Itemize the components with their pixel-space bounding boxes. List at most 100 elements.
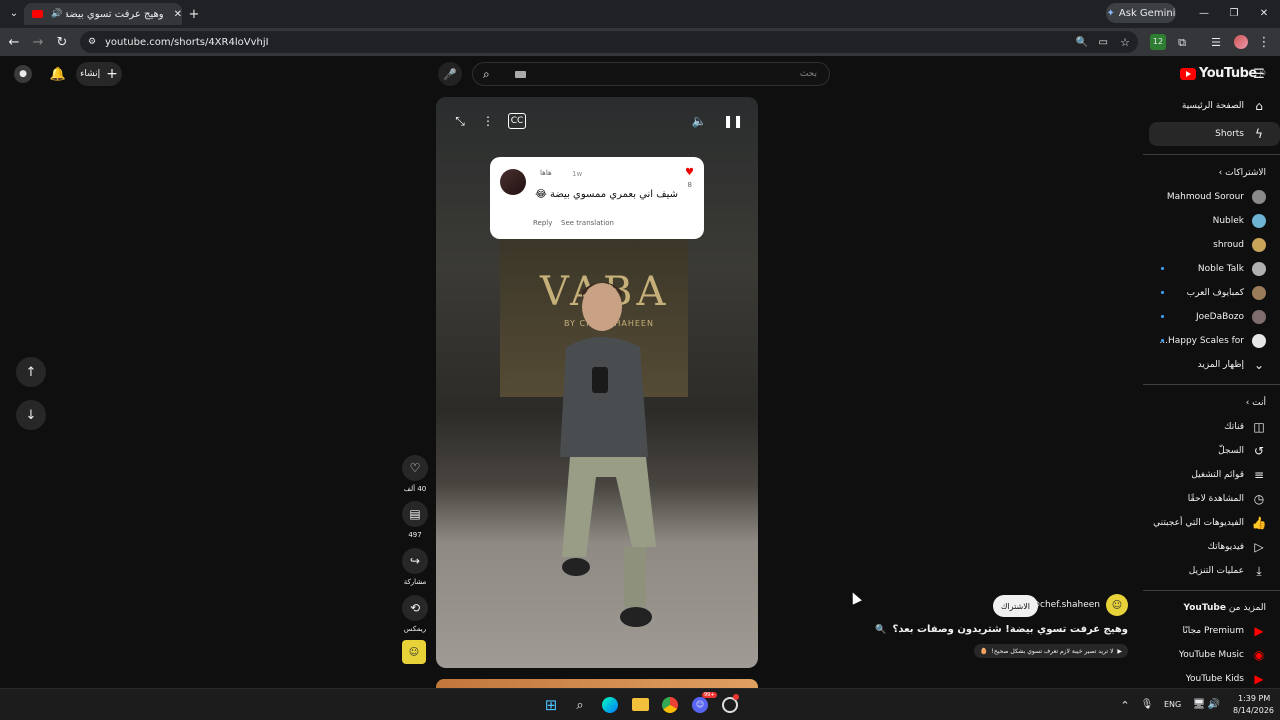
subscriptions-header[interactable]: الاشتراكات › [1219,168,1266,178]
sidebar: الصفحة الرئيسية ⌂ Shorts ϟ الاشتراكات › … [1143,92,1280,688]
sidebar-subscription[interactable]: كمبايوف العرب [1143,281,1280,305]
next-short-preview[interactable] [436,679,758,688]
volume-icon[interactable]: 🔈 [690,113,708,129]
tray-chevron-up-icon[interactable]: ⌃ [1118,698,1132,712]
tab-list-icon[interactable]: ⌄ [6,6,22,22]
sidebar-show-more[interactable]: إظهار المزيد ⌄ [1143,353,1280,377]
back-icon[interactable]: ← [6,34,22,50]
sidebar-item-premium[interactable]: Premium مجانًا ▶ [1143,619,1280,643]
share-action[interactable]: ↪ مشاركة [402,548,428,586]
address-bar[interactable]: ⚙ youtube.com/shorts/4XR4loVvhjI 🔍 ▭ ☆ [80,31,1138,53]
sidebar-subscription[interactable]: Happy Scales for... [1143,329,1280,353]
channel-handle[interactable]: @chef.shaheen [1031,600,1100,610]
cast-icon[interactable]: ▭ [1099,37,1108,48]
sidebar-item-shorts[interactable]: Shorts ϟ [1149,122,1280,146]
sidebar-item-liked-videos[interactable]: الفيديوهات التي أعجبتني 👍 [1143,511,1280,535]
close-window-icon[interactable]: ✕ [1256,6,1272,22]
bookmark-star-icon[interactable]: ☆ [1120,36,1130,49]
notifications-bell-icon[interactable]: 🔔 [50,66,66,82]
tab-close-icon[interactable]: ✕ [174,9,182,20]
sidebar-subscription[interactable]: shroud [1143,233,1280,257]
remix-action[interactable]: ⟲ ريمكس [402,595,428,633]
create-button[interactable]: إنشاء + [76,62,122,86]
tray-volume-icon[interactable]: 🔊 [1207,698,1221,712]
channel-name: Mahmoud Sorour [1166,192,1244,202]
restore-icon[interactable]: ❐ [1226,6,1242,22]
like-heart-icon[interactable]: ♡ [402,455,428,481]
edge-browser-icon[interactable] [602,697,618,713]
browser-tab[interactable]: 🔊 وهيج عرفت تسوي بيضة! شتر ✕ [24,3,182,25]
remix-icon[interactable]: ⟲ [402,595,428,621]
you-header[interactable]: أنت › [1246,398,1266,408]
minimize-icon[interactable]: — [1196,6,1212,22]
new-tab-icon[interactable]: + [186,6,202,22]
media-control-icon[interactable]: ☰ [1208,34,1224,50]
ask-gemini-button[interactable]: ✦ Ask Gemini [1106,3,1176,23]
sidebar-item-playlists[interactable]: قوائم التشغيل ≡ [1143,463,1280,487]
sound-thumbnail[interactable]: ☺ [402,640,426,664]
like-action[interactable]: ♡ 40 ألف [402,455,428,493]
forward-icon[interactable]: → [30,34,46,50]
sidebar-subscription[interactable]: Nublek [1143,209,1280,233]
tab-speaker-icon[interactable]: 🔊 [51,9,62,19]
more-options-icon[interactable]: ⋮ [480,113,496,129]
sidebar-subscription[interactable]: Mahmoud Sorour [1143,185,1280,209]
sidebar-item-history[interactable]: السجلّ ↺ [1143,439,1280,463]
magnifier-emoji-icon: 🔍 [875,624,887,635]
next-short-button[interactable]: ↓ [16,400,46,430]
search-input[interactable]: ⌕ بحث [472,62,830,86]
comments-action[interactable]: ▤ 497 [402,501,428,539]
sidebar-item-your-videos[interactable]: فيديوهاتك ▷ [1143,535,1280,559]
account-avatar[interactable]: ● [14,65,32,83]
guide-menu-icon[interactable]: ☰ [1252,66,1266,82]
tray-monitor-icon[interactable]: 🖥 [1192,698,1206,712]
sidebar-item-downloads[interactable]: عمليات التنزيل ⤓ [1143,559,1280,583]
comment-icon[interactable]: ▤ [402,501,428,527]
pause-icon[interactable]: ❚❚ [723,113,743,129]
sidebar-item-home[interactable]: الصفحة الرئيسية ⌂ [1143,94,1280,118]
keyboard-icon[interactable] [515,71,526,78]
clock-date[interactable]: 8/14/2026 [1233,706,1274,715]
discord-icon[interactable]: ☺ [692,697,708,713]
youtube-page: ● 🔔 إنشاء + 🎤 ⌕ بحث YouTube JO ☰ الصفحة … [0,56,1280,688]
sidebar-subscription[interactable]: Noble Talk [1143,257,1280,281]
file-explorer-icon[interactable] [632,698,649,711]
windows-start-icon[interactable]: ⊞ [543,697,559,713]
comment-text: شيف اني بعمري ممسوي بيضة 😂 [535,189,678,200]
profile-avatar-icon[interactable] [1234,35,1248,49]
share-icon[interactable]: ↪ [402,548,428,574]
music-emoji-icon: 🥚 [979,647,988,655]
channel-avatar [1252,286,1266,300]
voice-search-icon[interactable]: 🎤 [438,62,462,86]
extension-badge-icon[interactable]: 12 [1150,34,1166,50]
music-chip[interactable]: ▶ لا تريد تصير خيبة لازم تعرف تسوي بشكل … [973,644,1128,658]
youtube-music-icon: ◉ [1253,648,1265,662]
sidebar-item-watch-later[interactable]: المشاهدة لاحقًا ◷ [1143,487,1280,511]
channel-avatar[interactable]: ☺ [1106,594,1128,616]
reload-icon[interactable]: ↻ [54,34,70,50]
search-icon[interactable]: ⌕ [483,67,490,82]
comment-translate-link[interactable]: See translation [561,219,614,227]
sidebar-item-label: فيديوهاتك [1207,542,1244,552]
language-indicator[interactable]: ENG [1164,700,1181,709]
sidebar-subscription[interactable]: JoeDaBozo [1143,305,1280,329]
site-info-icon[interactable]: ⚙ [88,37,96,47]
comment-reply-link[interactable]: Reply [533,219,552,227]
short-video-player[interactable]: VABA BY CHEF SHAHEEN ⤡ ⋮ CC 🔈 ❚❚ ﻫﺎﻫﺎ 1w… [436,97,758,668]
collapse-icon[interactable]: ⤡ [452,113,468,129]
subscribe-button[interactable]: الاشتراك [992,595,1038,617]
browser-menu-icon[interactable]: ⋮ [1258,34,1271,50]
sidebar-item-youtube-music[interactable]: YouTube Music ◉ [1143,643,1280,667]
channel-avatar [1252,310,1266,324]
zoom-icon[interactable]: 🔍 [1076,37,1088,48]
previous-short-button[interactable]: ↑ [16,357,46,387]
chrome-icon[interactable] [662,697,678,713]
extensions-puzzle-icon[interactable]: ⧉ [1174,34,1190,50]
taskbar-search-icon[interactable]: ⌕ [572,697,588,713]
youtube-play-icon [1180,67,1196,80]
sidebar-item-label: قناتك [1224,422,1244,432]
captions-icon[interactable]: CC [508,113,526,129]
clock-time[interactable]: 1:39 PM [1238,694,1270,703]
sidebar-item-your-channel[interactable]: قناتك ◫ [1143,415,1280,439]
tray-mic-icon[interactable]: 🎙 [1140,698,1154,712]
